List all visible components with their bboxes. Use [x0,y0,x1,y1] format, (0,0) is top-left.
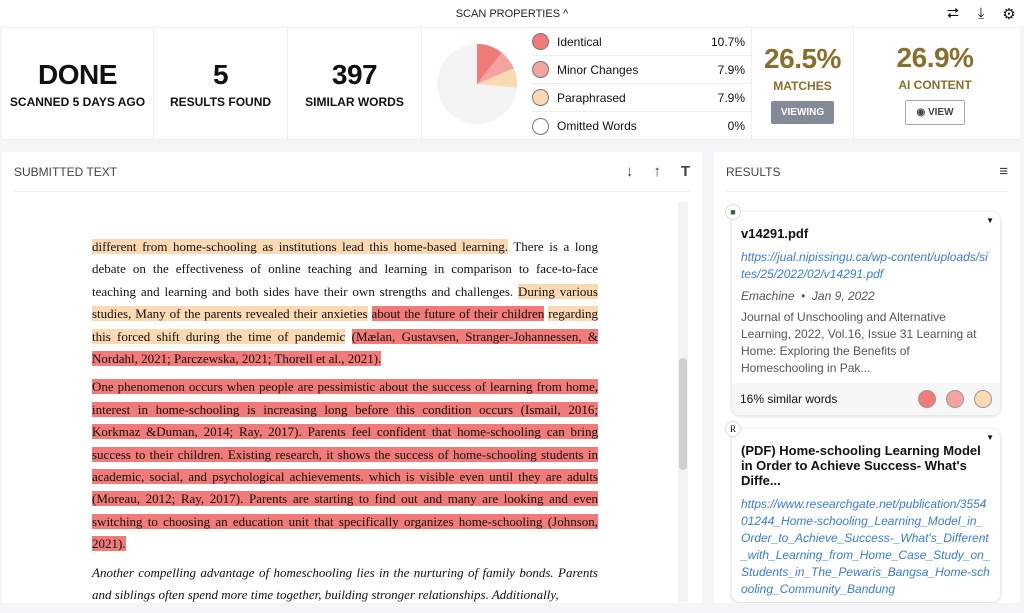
result-url[interactable]: https://www.researchgate.net/publication… [732,492,1000,602]
document-text: different from home-schooling as institu… [92,236,598,613]
eye-icon: ◉ [916,107,926,118]
text-segment-ident[interactable]: about the future of their children [371,306,545,322]
gear-icon[interactable]: ⚙ [1000,5,1018,23]
breakdown-pie-chart [437,43,517,124]
matches-stat: 26.5% MATCHES VIEWING [752,28,854,139]
paraphrased-dot [974,390,992,408]
arrow-down-icon[interactable]: ↓ [626,163,634,180]
source-icon: ■ [725,204,741,220]
legend-dot [532,61,549,78]
legend-value: 7.9% [717,90,745,105]
minor-dot [946,390,964,408]
result-description: Journal of Unschooling and Alternative L… [741,310,977,375]
legend-label: Minor Changes [557,62,639,77]
caret-down-icon[interactable]: ▼ [986,433,994,442]
legend-identical: Identical 10.7% [532,28,751,56]
legend-value: 0% [727,119,745,133]
scan-properties-toggle[interactable]: SCAN PROPERTIES ^ [0,8,1024,20]
breakdown: Identical 10.7% Minor Changes 7.9% Paraphras… [422,28,752,139]
result-card[interactable]: ▼ (PDF) Home-schooling Learning Model in… [732,429,1000,602]
text-format-icon[interactable]: T [681,163,690,180]
legend-value: 10.7% [710,34,745,49]
identical-dot [918,390,936,408]
scrollbar[interactable] [678,202,688,602]
legend-label: Paraphrased [557,90,626,105]
scrollbar-thumb[interactable] [679,358,687,470]
legend-label: Identical [557,34,602,49]
result-title: (PDF) Home-schooling Learning Model in O… [741,443,981,488]
paragraph: One phenomenon occurs when people are pe… [92,376,598,555]
arrow-up-icon[interactable]: ↑ [653,163,661,180]
legend-dot [532,89,549,106]
researchgate-icon: R [725,421,741,437]
scan-stats: DONE SCANNED 5 DAYS AGO 5 RESULTS FOUND 39… [2,28,1020,140]
legend-value: 7.9% [717,62,745,77]
paragraph: Another compelling advantage of homescho… [92,562,598,607]
result-card[interactable]: ▼ v14291.pdf https://jual.nipissingu.ca/… [732,212,1000,415]
results-stat: 5 RESULTS FOUND [154,28,288,139]
download-icon[interactable]: ⤓ [972,5,990,23]
words-stat: 397 SIMILAR WORDS [288,28,422,139]
filter-icon[interactable]: ≡ [999,163,1008,180]
caret-down-icon[interactable]: ▼ [986,216,994,225]
top-bar: SCAN PROPERTIES ^ ⮂ ⤓ ⚙ [0,0,1024,28]
text-segment-ident[interactable]: One phenomenon occurs when people are pe… [92,379,598,552]
result-url[interactable]: https://jual.nipissingu.ca/wp-content/up… [732,245,1000,287]
similar-words: 16% similar words [740,392,838,406]
results-panel: RESULTS ≡ ■ ▼ v14291.pdf https://jual.nip… [714,152,1020,603]
share-icon[interactable]: ⮂ [944,5,962,23]
viewing-button[interactable]: VIEWING [770,101,835,124]
view-ai-button[interactable]: ◉ VIEW [905,100,965,125]
text-segment-italic: Another compelling advantage of homescho… [92,564,598,603]
legend-paraphrased: Paraphrased 7.9% [532,84,751,112]
legend-dot [532,117,549,135]
legend-label: Omitted Words [557,119,637,133]
text-segment-para[interactable]: different from home-schooling as institu… [92,239,508,254]
panel-title: SUBMITTED TEXT [14,164,118,179]
status-stat: DONE SCANNED 5 DAYS AGO [2,28,154,139]
paragraph: different from home-schooling as institu… [92,236,598,370]
result-title: v14291.pdf [741,226,809,241]
result-author: Emachine [741,289,795,303]
legend-omitted: Omitted Words 0% [532,112,751,140]
chevron-up-icon: ^ [563,8,569,20]
legend-dot [532,33,549,50]
panel-title: RESULTS [726,164,781,179]
legend-minor: Minor Changes 7.9% [532,56,751,84]
result-date: Jan 9, 2022 [811,289,875,303]
submitted-text-panel: SUBMITTED TEXT ↓ ↑ T different from home-s… [2,152,702,603]
ai-content-stat: 26.9% AI CONTENT ◉ VIEW [854,28,1016,139]
